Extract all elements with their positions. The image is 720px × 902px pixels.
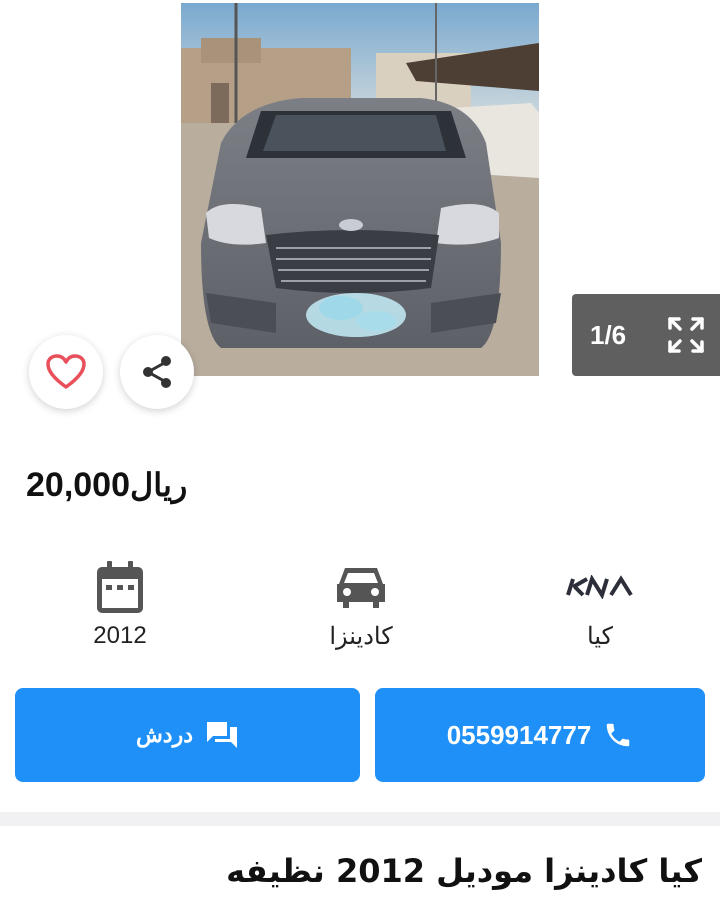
photo-counter-text: 1/6 [590,319,627,350]
kia-logo-icon [566,575,633,599]
spec-model: كادينزا [281,556,441,651]
listing-title: كيا كادينزا موديل 2012 نظيفه [226,852,702,890]
expand-icon [668,317,704,353]
spec-brand: كيا [520,556,680,651]
share-button[interactable] [120,335,194,409]
spec-model-value: كادينزا [329,623,393,650]
car-photo[interactable] [181,3,539,376]
share-icon [143,356,171,388]
car-icon [337,568,385,608]
price-currency: ريال [130,467,188,503]
photo-gallery: 1/6 [0,0,720,409]
spec-year-value: 2012 [93,622,147,649]
chat-button-label: دردش [135,722,194,747]
chat-button[interactable]: دردش [15,688,360,782]
next-photo-button[interactable] [637,150,677,190]
chat-icon [207,722,238,748]
call-button-phone: 0559914777 [446,719,592,750]
chevron-right-icon [648,154,666,186]
car-photo-illustration [181,3,539,376]
favorite-button[interactable] [29,335,103,409]
call-button[interactable]: 0559914777 [375,688,705,782]
previous-photo-button[interactable] [40,150,80,190]
phone-icon [607,723,630,747]
calendar-icon [97,561,143,613]
price-amount: 20,000 [26,466,130,504]
heart-icon [46,354,86,389]
price: ريال 20,000 [16,466,187,510]
spec-year: 2012 [40,556,200,650]
photo-counter[interactable]: 1/6 [572,294,720,376]
section-divider [0,812,720,826]
spec-brand-value: كيا [587,623,613,650]
chevron-left-icon [51,154,69,186]
